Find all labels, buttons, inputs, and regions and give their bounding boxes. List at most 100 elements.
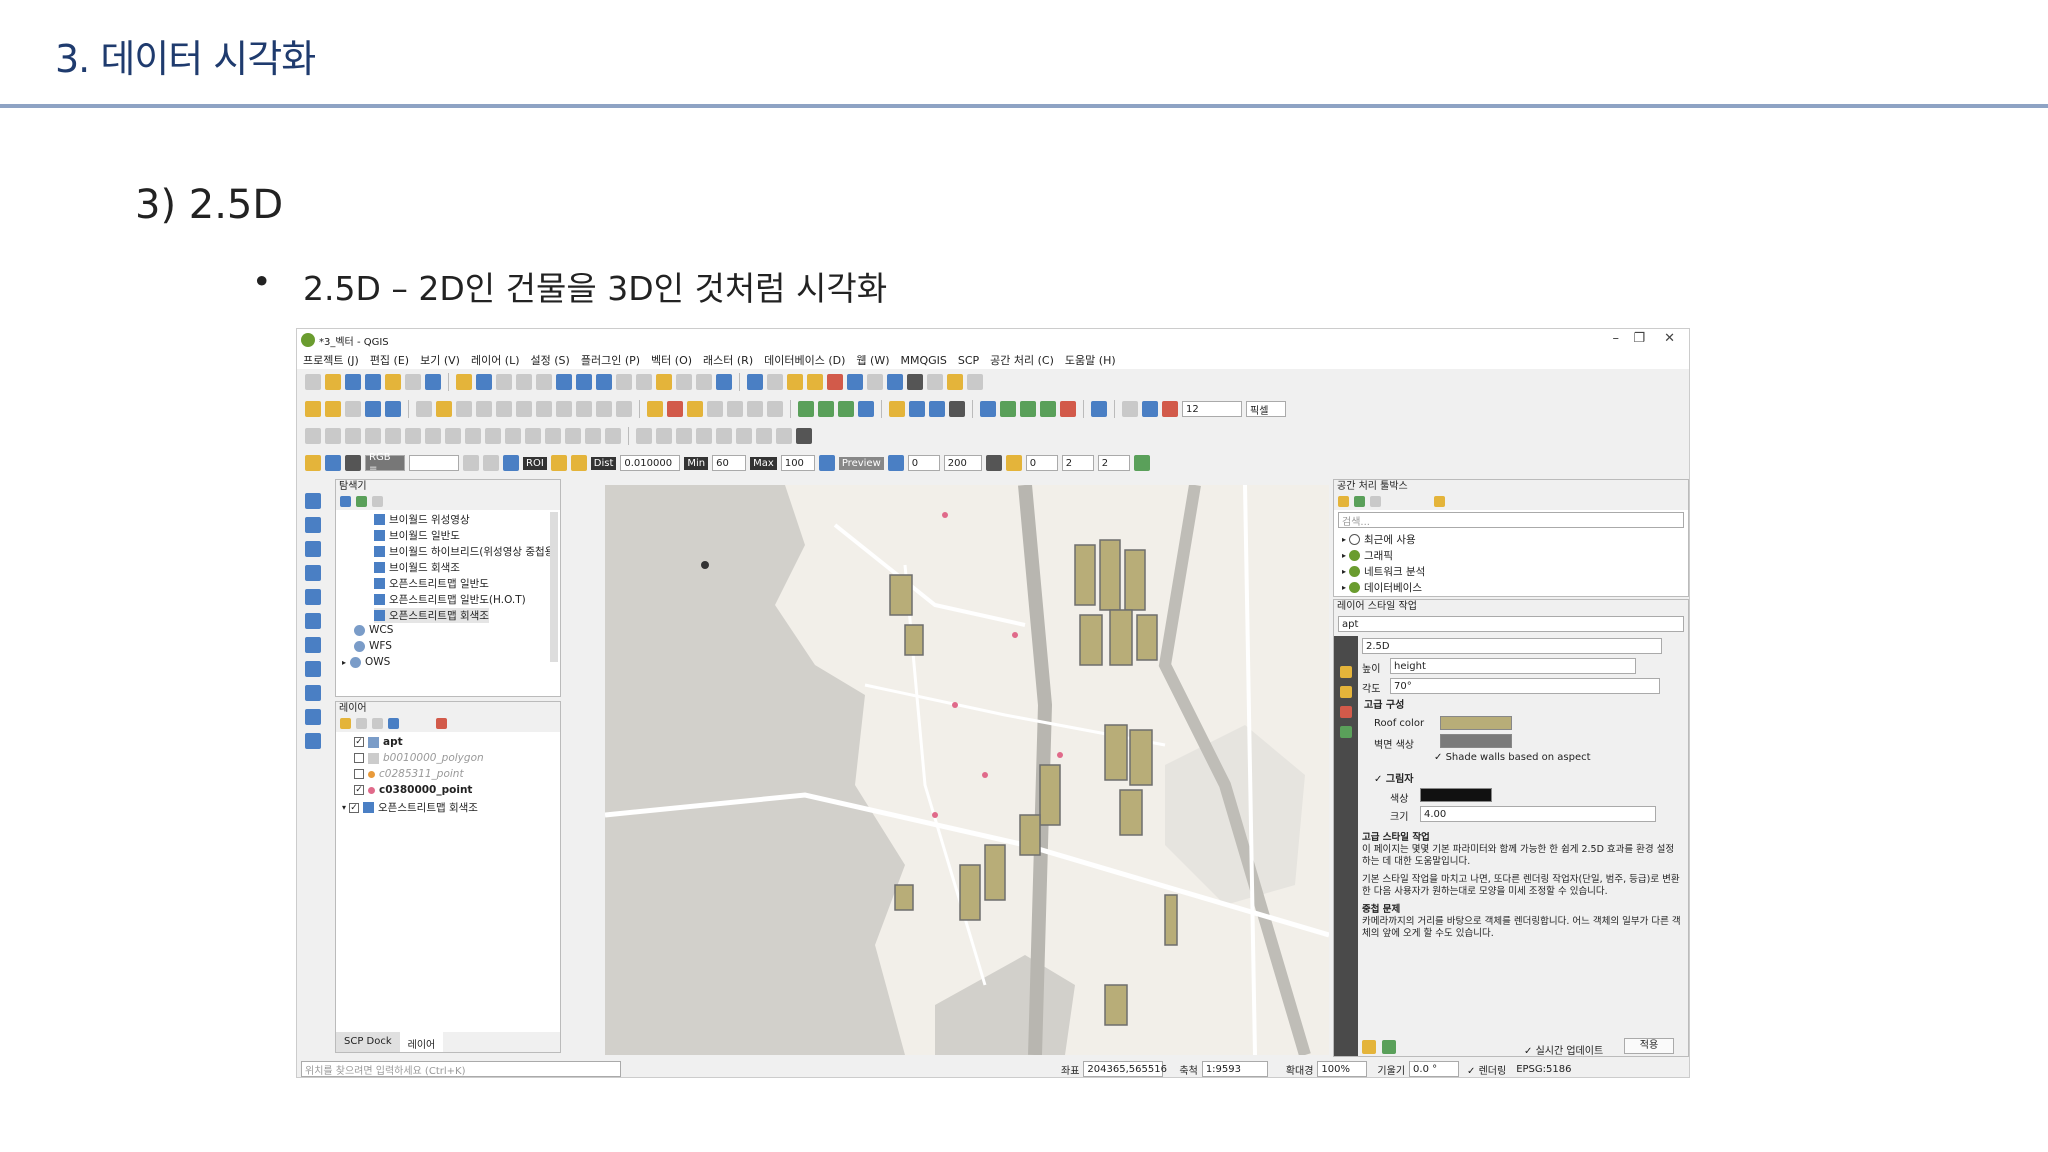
adv-1-icon[interactable] [305,428,321,444]
label-change-icon[interactable] [747,401,763,417]
zoom-last-icon[interactable] [616,374,632,390]
edit-tool-2-icon[interactable] [436,401,452,417]
processing-item[interactable]: ▸ 최근에 사용 [1342,532,1416,547]
apply-button[interactable]: 적용 [1624,1038,1674,1054]
v3-input[interactable]: 2 [1097,455,1130,471]
browser-item[interactable]: 브이월드 하이브리드(위성영상 중첩용) [374,544,558,559]
layer-checkbox[interactable] [354,769,364,779]
adv-6-icon[interactable] [405,428,421,444]
layer-row[interactable]: b0010000_polygon [354,752,484,764]
measure-icon[interactable] [927,374,943,390]
band-1-icon[interactable] [1005,455,1022,471]
map-tips-icon[interactable] [947,374,963,390]
menu-mmqgis[interactable]: MMQGIS [900,354,946,367]
browser-item[interactable]: WCS [354,624,393,636]
menu-project[interactable]: 프로젝트 (J) [303,352,359,368]
add-vector-icon[interactable] [838,401,854,417]
adv-2-icon[interactable] [325,428,341,444]
edit-tool-4-icon[interactable] [476,401,492,417]
rgb-select[interactable]: RGB = [365,452,405,474]
label-show-icon[interactable] [687,401,703,417]
close-icon[interactable]: ✕ [1664,331,1675,346]
adv-10-icon[interactable] [485,428,501,444]
menu-plugins[interactable]: 플러그인 (P) [581,352,640,368]
edit-tool-3-icon[interactable] [456,401,472,417]
kml-icon[interactable] [985,455,1002,471]
browser-item[interactable]: WFS [354,640,392,652]
script-icon[interactable] [1354,496,1365,507]
browser-scrollbar[interactable] [550,512,558,662]
layout-manager-icon[interactable] [405,374,421,390]
layer-styling-icon[interactable] [340,718,351,729]
band-select[interactable] [409,455,459,471]
pan-to-selection-icon[interactable] [476,374,492,390]
select-features-icon[interactable] [787,374,803,390]
align-2-icon[interactable] [656,428,672,444]
t-input[interactable]: 0 [907,455,940,471]
snap-icon[interactable] [1122,401,1138,417]
expand-arrow-icon[interactable]: ▸ [1342,535,1346,544]
save-project-icon[interactable] [345,374,361,390]
add-wcs-icon[interactable] [949,401,965,417]
browser-item[interactable]: 브이월드 회색조 [374,560,460,575]
browser-item[interactable]: 브이월드 위성영상 [374,512,470,527]
processing-item[interactable]: ▸ 네트워크 분석 [1342,564,1425,579]
add-spatialite-icon[interactable] [305,589,321,605]
model-icon[interactable] [1338,496,1349,507]
browser-refresh-icon[interactable] [356,496,367,507]
add-delimited-layer-icon[interactable] [305,565,321,581]
field-calculator-icon[interactable] [867,374,883,390]
font-size-input[interactable]: 12 [1182,401,1242,417]
v1-input[interactable]: 0 [1025,455,1058,471]
menu-database[interactable]: 데이터베이스 (D) [764,352,845,368]
layer-row[interactable]: ✓ c0380000_point [354,784,472,796]
scp-end-icon[interactable] [1133,455,1150,471]
text-annotation-icon[interactable] [967,374,983,390]
edit-tool-1-icon[interactable] [416,401,432,417]
browser-item[interactable]: 브이월드 일반도 [374,528,460,543]
menu-layer[interactable]: 레이어 (L) [471,352,520,368]
align-7-icon[interactable] [756,428,772,444]
scp-home-icon[interactable] [305,455,321,471]
render-checkbox[interactable]: ✓ 렌더링 [1467,1062,1506,1077]
crs-button[interactable]: EPSG:5186 [1516,1064,1571,1075]
history-icon[interactable] [1370,496,1381,507]
edit-tool-8-icon[interactable] [556,401,572,417]
attribute-table-icon[interactable] [847,374,863,390]
roi-plus-icon[interactable] [570,455,587,471]
edit-tool-6-icon[interactable] [516,401,532,417]
zoom-full-icon[interactable] [556,374,572,390]
toolbox-icon[interactable] [887,374,903,390]
browser-item[interactable]: 오픈스트리트맵 회색조 [374,608,489,623]
edit-tool-11-icon[interactable] [616,401,632,417]
edit-tool-5-icon[interactable] [496,401,512,417]
adv-8-icon[interactable] [445,428,461,444]
adv-5-icon[interactable] [385,428,401,444]
align-5-icon[interactable] [716,428,732,444]
add-delimited-icon[interactable] [798,401,814,417]
preview-button[interactable]: Preview [838,456,884,470]
menu-help[interactable]: 도움말 (H) [1065,352,1116,368]
current-edits-icon[interactable] [305,401,321,417]
add-wms-layer-icon[interactable] [305,637,321,653]
minimize-icon[interactable]: – [1613,331,1620,346]
grid-icon[interactable] [796,428,812,444]
add-vector-layer-icon[interactable] [305,493,321,509]
add-database-icon[interactable] [858,401,874,417]
expand-all-icon[interactable] [388,718,399,729]
align-1-icon[interactable] [636,428,652,444]
expand-arrow-icon[interactable]: ▸ [1342,567,1346,576]
scp-zoom-icon[interactable] [325,455,341,471]
expand-arrow-icon[interactable]: ▾ [342,803,346,812]
v2-input[interactable]: 2 [1061,455,1094,471]
digitize-icon[interactable] [345,401,361,417]
adv-15-icon[interactable] [585,428,601,444]
zoom-in-icon[interactable] [496,374,512,390]
rotation-input[interactable]: 0.0 ° [1409,1061,1460,1077]
add-wfs-icon[interactable] [929,401,945,417]
diagram-move-icon[interactable] [767,401,783,417]
edit-tool-9-icon[interactable] [576,401,592,417]
add-wcs-layer-icon[interactable] [305,661,321,677]
tab-scp-dock[interactable]: SCP Dock [336,1032,400,1052]
layer-row[interactable]: ✓ apt [354,736,403,748]
